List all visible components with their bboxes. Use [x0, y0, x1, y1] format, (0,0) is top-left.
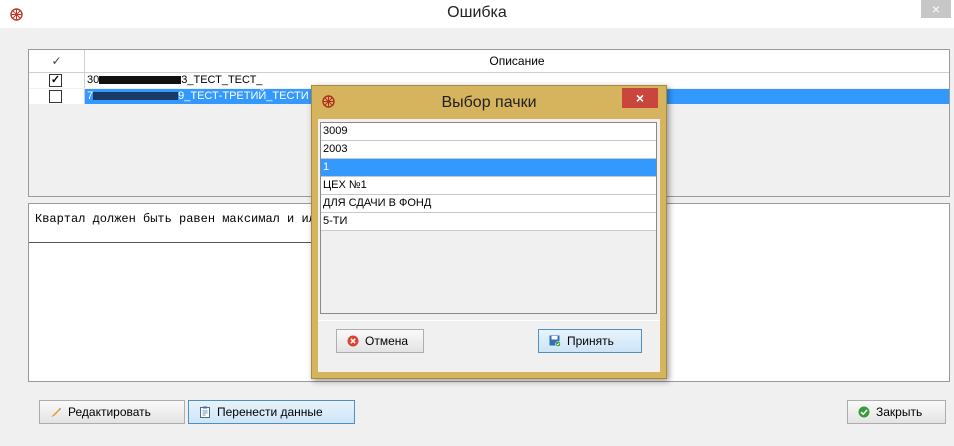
close-button[interactable]: Закрыть	[847, 400, 946, 424]
dialog-body: 3009 2003 1 ЦЕХ №1 ДЛЯ СДАЧИ В ФОНД 5-ТИ…	[318, 119, 660, 372]
list-item[interactable]: 5-ТИ	[321, 213, 656, 231]
transfer-data-button[interactable]: Перенести данные	[188, 400, 355, 424]
edit-button[interactable]: Редактировать	[39, 400, 185, 424]
batch-select-dialog: Выбор пачки × 3009 2003 1 ЦЕХ №1 ДЛЯ СДА…	[311, 85, 667, 379]
cancel-button-label: Отмена	[365, 334, 409, 348]
edit-button-label: Редактировать	[68, 405, 151, 419]
row-description: 7 9_ТЕСТ-ТРЕТИЙ_ТЕСТИ	[87, 89, 309, 104]
cancel-circle-icon	[347, 335, 359, 347]
clipboard-icon	[200, 406, 210, 418]
row-checkbox[interactable]: ✓	[49, 74, 62, 87]
window-title: Ошибка	[447, 4, 507, 21]
grid-header: ✓ Описание	[29, 50, 949, 73]
row-checkbox-cell: ✓	[29, 89, 85, 104]
window-close-button[interactable]: ×	[921, 0, 951, 18]
pencil-icon	[51, 408, 61, 417]
row-description: 30 3_ТЕСТ_ТЕСТ_	[87, 73, 262, 88]
list-item-selected[interactable]: 1	[321, 159, 656, 177]
list-item[interactable]: ДЛЯ СДАЧИ В ФОНД	[321, 195, 656, 213]
accept-button-label: Принять	[567, 334, 614, 348]
header-description-column[interactable]: Описание	[85, 50, 949, 72]
redacted-block	[93, 92, 179, 101]
list-item[interactable]: 2003	[321, 141, 656, 159]
row-checkbox-cell: ✓	[29, 73, 85, 88]
accept-button[interactable]: Принять	[538, 329, 642, 353]
redacted-block	[99, 76, 182, 85]
dialog-title-bar: Выбор пачки ×	[312, 86, 666, 118]
cancel-button[interactable]: Отмена	[336, 329, 424, 353]
batch-list[interactable]: 3009 2003 1 ЦЕХ №1 ДЛЯ СДАЧИ В ФОНД 5-ТИ	[320, 122, 657, 314]
row-prefix: 30	[87, 74, 100, 86]
transfer-button-label: Перенести данные	[217, 405, 323, 419]
checkmark-circle-icon	[858, 406, 870, 418]
row-suffix: 3_ТЕСТ_ТЕСТ_	[181, 74, 263, 86]
row-suffix: 9_ТЕСТ-ТРЕТИЙ_ТЕСТИ	[178, 90, 309, 102]
save-disk-icon	[549, 335, 561, 347]
header-check-column[interactable]: ✓	[29, 50, 85, 72]
divider-line	[29, 242, 319, 243]
dialog-divider	[318, 320, 660, 321]
row-checkbox[interactable]: ✓	[49, 90, 62, 103]
list-item[interactable]: 3009	[321, 123, 656, 141]
close-button-label: Закрыть	[876, 405, 923, 419]
title-bar: Ошибка ×	[0, 0, 954, 28]
dialog-close-button[interactable]: ×	[622, 88, 658, 108]
list-item[interactable]: ЦЕХ №1	[321, 177, 656, 195]
dialog-title: Выбор пачки	[441, 94, 537, 111]
